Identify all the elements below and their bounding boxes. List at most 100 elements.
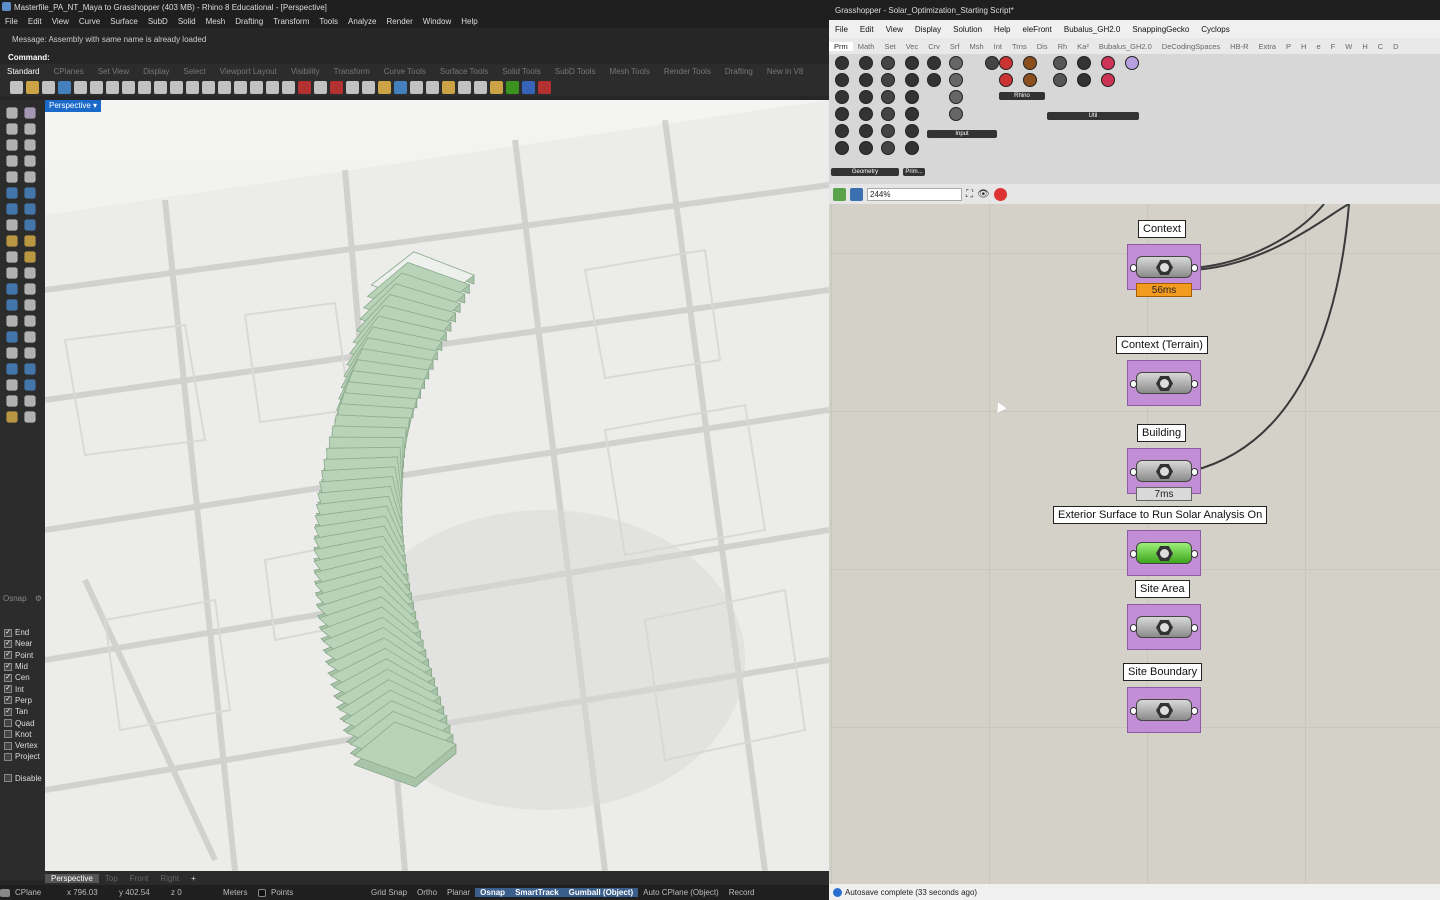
- component-icon[interactable]: [1053, 56, 1067, 70]
- component-icon[interactable]: [985, 56, 999, 70]
- left-tool-39-icon[interactable]: [6, 411, 18, 423]
- component-icon[interactable]: [881, 90, 895, 104]
- zoom-extents-icon[interactable]: [202, 80, 215, 94]
- osnap-checkbox[interactable]: [4, 719, 12, 728]
- osnap-project[interactable]: Project: [0, 751, 45, 762]
- open-file-icon[interactable]: [833, 187, 846, 201]
- component-icon[interactable]: [949, 73, 963, 87]
- gh-menu-cyclops[interactable]: Cyclops: [1195, 25, 1235, 34]
- menu-surface[interactable]: Surface: [105, 17, 143, 26]
- left-tool-15-icon[interactable]: [6, 219, 18, 231]
- left-tool-18-icon[interactable]: [24, 235, 36, 247]
- gh-param-body[interactable]: [1127, 530, 1201, 576]
- input-port[interactable]: [1130, 380, 1137, 388]
- gh-tab-2[interactable]: Set: [879, 42, 900, 51]
- zoom-window-icon[interactable]: [186, 80, 199, 94]
- component-icon[interactable]: [859, 73, 873, 87]
- gh-tab-8[interactable]: Trns: [1007, 42, 1032, 51]
- properties-icon[interactable]: [282, 80, 295, 94]
- component-icon[interactable]: [1077, 73, 1091, 87]
- component-icon[interactable]: [859, 90, 873, 104]
- tab-transform[interactable]: Transform: [327, 67, 377, 76]
- gh-menu-elefront[interactable]: eleFront: [1017, 25, 1058, 34]
- toggle-record[interactable]: Record: [724, 888, 760, 897]
- left-tool-17-icon[interactable]: [6, 235, 18, 247]
- left-tool-20-icon[interactable]: [24, 251, 36, 263]
- component-icon[interactable]: [905, 90, 919, 104]
- left-tool-22-icon[interactable]: [24, 267, 36, 279]
- output-port[interactable]: [1191, 380, 1198, 388]
- gh-param-pill[interactable]: [1136, 616, 1192, 638]
- component-icon[interactable]: [1053, 73, 1067, 87]
- input-port[interactable]: [1130, 550, 1137, 558]
- render-icon[interactable]: [298, 80, 311, 94]
- gh-param-label[interactable]: Context: [1138, 220, 1186, 238]
- component-icon[interactable]: [949, 90, 963, 104]
- osnap-mid[interactable]: ✓ Mid: [0, 661, 45, 672]
- component-icon[interactable]: [835, 124, 849, 138]
- gh-param-body[interactable]: 56ms: [1127, 244, 1201, 297]
- osnap-point[interactable]: ✓ Point: [0, 650, 45, 661]
- osnap-near[interactable]: ✓ Near: [0, 638, 45, 649]
- tab-cplanes[interactable]: CPlanes: [46, 67, 90, 76]
- gh-menu-edit[interactable]: Edit: [854, 25, 880, 34]
- menu-transform[interactable]: Transform: [268, 17, 314, 26]
- tab-select[interactable]: Select: [176, 67, 212, 76]
- gh-menu-file[interactable]: File: [829, 25, 854, 34]
- output-port[interactable]: [1191, 264, 1198, 272]
- component-icon[interactable]: [905, 107, 919, 121]
- tab-drafting[interactable]: Drafting: [718, 67, 760, 76]
- component-icon[interactable]: [949, 56, 963, 70]
- left-tool-23-icon[interactable]: [6, 283, 18, 295]
- input-port[interactable]: [1130, 707, 1137, 715]
- component-icon[interactable]: [927, 56, 941, 70]
- display-icon[interactable]: [330, 80, 343, 94]
- environment-icon[interactable]: [458, 80, 471, 94]
- toggle-gumball-object-[interactable]: Gumball (Object): [563, 888, 639, 897]
- toggle-grid-snap[interactable]: Grid Snap: [366, 888, 412, 897]
- osnap-checkbox[interactable]: ✓: [4, 639, 12, 648]
- lights-icon[interactable]: [346, 80, 359, 94]
- copy-icon[interactable]: [90, 80, 103, 94]
- component-icon[interactable]: [859, 56, 873, 70]
- input-port[interactable]: [1130, 468, 1137, 476]
- gh-tab-20[interactable]: W: [1340, 42, 1357, 51]
- cut-icon[interactable]: [74, 80, 87, 94]
- component-icon[interactable]: [835, 141, 849, 155]
- component-icon[interactable]: [859, 141, 873, 155]
- left-tool-26-icon[interactable]: [24, 299, 36, 311]
- undo-icon[interactable]: [122, 80, 135, 94]
- gh-param-body[interactable]: [1127, 687, 1201, 733]
- units-label[interactable]: Meters: [218, 888, 258, 897]
- left-tool-9-icon[interactable]: [6, 171, 18, 183]
- layers-icon[interactable]: [266, 80, 279, 94]
- open-icon[interactable]: [26, 80, 39, 94]
- gh-tab-13[interactable]: DeCodingSpaces: [1157, 42, 1225, 51]
- preview-eye-icon[interactable]: 👁: [977, 189, 990, 200]
- zoom-select[interactable]: 244%: [867, 187, 962, 201]
- osnap-cen[interactable]: ✓ Cen: [0, 672, 45, 683]
- osnap-checkbox[interactable]: ✓: [4, 673, 12, 682]
- component-icon[interactable]: [905, 56, 919, 70]
- menu-drafting[interactable]: Drafting: [230, 17, 268, 26]
- menu-render[interactable]: Render: [382, 17, 418, 26]
- gh-tab-0[interactable]: Prm: [829, 41, 853, 51]
- menu-solid[interactable]: Solid: [173, 17, 201, 26]
- left-tool-19-icon[interactable]: [6, 251, 18, 263]
- osnap-checkbox[interactable]: ✓: [4, 696, 12, 705]
- left-tool-33-icon[interactable]: [6, 363, 18, 375]
- left-tool-4-icon[interactable]: [24, 123, 36, 135]
- zoom-icon[interactable]: [170, 80, 183, 94]
- gh-param-pill[interactable]: [1136, 372, 1192, 394]
- left-tool-8-icon[interactable]: [24, 155, 36, 167]
- gh-tab-3[interactable]: Vec: [901, 42, 924, 51]
- osnap-checkbox[interactable]: ✓: [4, 651, 12, 660]
- left-tool-32-icon[interactable]: [24, 347, 36, 359]
- component-icon[interactable]: [927, 73, 941, 87]
- left-tool-38-icon[interactable]: [24, 395, 36, 407]
- tab-visibility[interactable]: Visibility: [284, 67, 327, 76]
- command-line[interactable]: Command:: [0, 50, 829, 64]
- menu-window[interactable]: Window: [418, 17, 456, 26]
- perspective-viewport[interactable]: Perspective ▾: [45, 100, 829, 871]
- tab-surface-tools[interactable]: Surface Tools: [433, 67, 495, 76]
